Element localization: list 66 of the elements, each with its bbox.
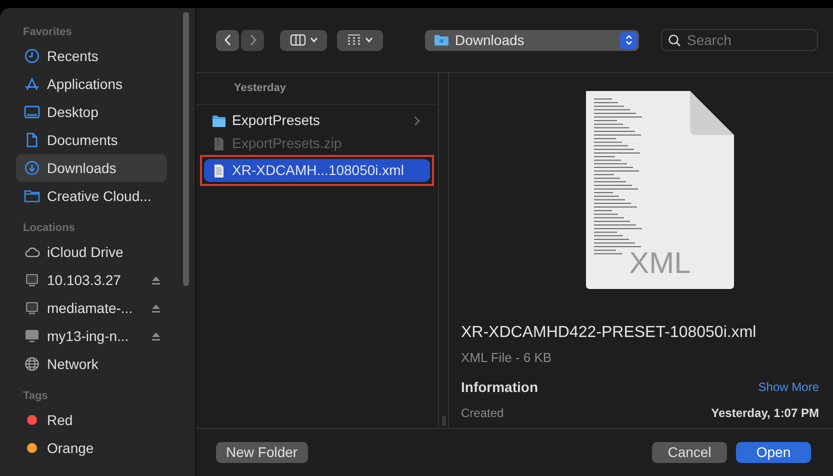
monitor-icon [24, 300, 40, 316]
file-type-label: XML [629, 247, 691, 280]
chevron-right-icon [248, 34, 256, 46]
group-heading: Yesterday [234, 81, 286, 96]
chevron-right-icon [414, 116, 420, 126]
globe-icon [24, 356, 40, 372]
download-icon [24, 160, 40, 176]
stepper-icon [620, 32, 637, 48]
chevron-down-icon [365, 37, 373, 43]
sidebar-item[interactable]: Applications [16, 70, 167, 98]
group-button[interactable] [337, 30, 383, 50]
sidebar-item[interactable]: my13-ing-n... [16, 322, 167, 350]
grid-icon [347, 34, 361, 46]
xml-document-icon [586, 91, 734, 289]
sidebar-item[interactable]: mediamate-... [16, 294, 167, 322]
show-more-link[interactable]: Show More [758, 378, 819, 396]
chevron-left-icon [224, 34, 232, 46]
zip-file-icon [212, 136, 226, 150]
new-folder-button[interactable]: New Folder [216, 442, 308, 463]
sidebar-item[interactable]: 10.103.3.27 [16, 266, 167, 294]
forward-button[interactable] [241, 30, 264, 50]
search-field[interactable]: Search [661, 29, 818, 51]
cancel-button[interactable]: Cancel [652, 442, 727, 463]
sidebar-item[interactable]: Creative Cloud... [16, 182, 167, 210]
section-heading: Locations [22, 221, 76, 236]
open-button[interactable]: Open [736, 442, 811, 463]
info-label: Created [461, 404, 504, 422]
document-icon [24, 132, 40, 148]
text-file-icon [212, 164, 226, 178]
resize-handle-icon[interactable] [442, 416, 446, 426]
sidebar-item[interactable]: Desktop [16, 98, 167, 126]
file-name: XR-XDCAMHD422-PRESET-108050i.xml [461, 323, 758, 343]
folder-icon [212, 114, 226, 128]
clock-icon [24, 48, 40, 64]
compass-tool-icon [24, 76, 40, 92]
scrollbar[interactable] [183, 12, 189, 286]
chevron-down-icon [310, 37, 318, 43]
location-popup[interactable]: Downloads [425, 30, 639, 50]
search-icon [668, 34, 681, 46]
back-button[interactable] [216, 30, 239, 50]
information-heading: Information [461, 378, 538, 396]
sidebar-item[interactable]: iCloud Drive [16, 238, 167, 266]
file-kind-size: XML File - 6 KB [461, 349, 553, 367]
folder-icon [24, 188, 40, 204]
file-row[interactable]: ExportPresets [204, 109, 430, 132]
location-label: Downloads [455, 30, 526, 50]
view-button[interactable] [280, 30, 327, 50]
sidebar-item[interactable]: Orange [16, 434, 167, 462]
sidebar-item[interactable]: Red [16, 406, 167, 434]
sidebar-item[interactable]: Recents [16, 42, 167, 70]
section-heading: Tags [22, 389, 49, 404]
sidebar-item[interactable]: Documents [16, 126, 167, 154]
monitor-icon [24, 272, 40, 288]
desktop-icon [24, 104, 40, 120]
sidebar-item[interactable]: Network [16, 350, 167, 378]
folder-icon [434, 34, 449, 46]
eject-icon[interactable] [151, 303, 161, 313]
monitor-icon [24, 328, 40, 344]
columns-icon [290, 34, 306, 46]
eject-icon[interactable] [151, 331, 161, 341]
search-input[interactable]: Search [687, 30, 807, 50]
file-row[interactable]: XR-XDCAMH...108050i.xml [204, 159, 430, 182]
section-heading: Favorites [22, 25, 73, 40]
eject-icon[interactable] [151, 275, 161, 285]
sidebar-item[interactable]: Downloads [16, 154, 167, 182]
info-value: Yesterday, 1:07 PM [711, 404, 819, 422]
